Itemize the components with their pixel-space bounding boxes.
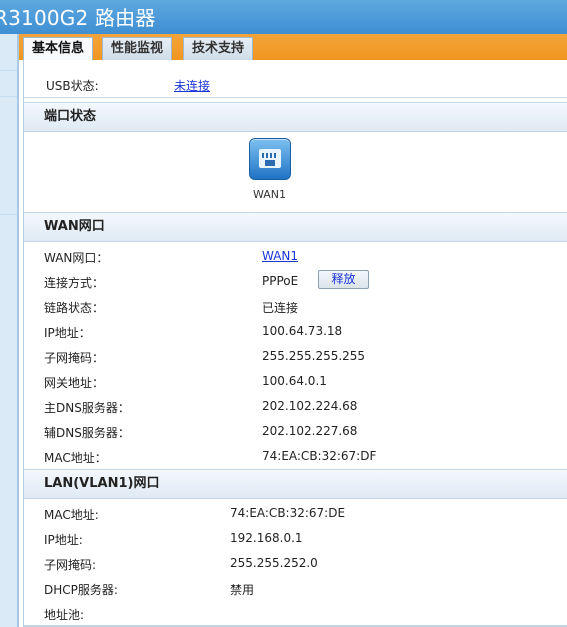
- wan-row-link-status: 链路状态： 已连接: [24, 293, 567, 318]
- wan-row-primary-dns: 主DNS服务器： 202.102.224.68: [24, 393, 567, 418]
- wan-row-connection-type: 连接方式： PPPoE 释放: [24, 268, 567, 293]
- primary-dns-label: 主DNS服务器：: [44, 401, 130, 415]
- secondary-dns-label: 辅DNS服务器：: [44, 426, 130, 440]
- lan-netmask-value: 255.255.252.0: [230, 556, 318, 570]
- connection-type-value: PPPoE: [262, 274, 299, 288]
- usb-status-row: USB状态: 未连接: [24, 70, 567, 98]
- wan-mac-label: MAC地址：: [44, 451, 107, 465]
- wan-mac-value: 74:EA:CB:32:67:DF: [262, 449, 377, 463]
- lan-row-ip: IP地址: 192.168.0.1: [24, 525, 567, 550]
- lan-row-address-pool: 地址池:: [24, 600, 567, 625]
- connection-type-label: 连接方式：: [44, 276, 105, 290]
- tab-performance-monitor[interactable]: 性能监视: [102, 37, 173, 60]
- lan-row-dhcp: DHCP服务器: 禁用: [24, 575, 567, 600]
- wan-row-port: WAN网口： WAN1: [24, 243, 567, 268]
- wan-row-secondary-dns: 辅DNS服务器： 202.102.227.68: [24, 418, 567, 443]
- lan-row-mac: MAC地址: 74:EA:CB:32:67:DE: [24, 500, 567, 525]
- wan-netmask-value: 255.255.255.255: [262, 349, 366, 363]
- sidebar-divider: [0, 96, 17, 97]
- main-content: USB状态: 未连接 端口状态 WAN1 WAN网口 WAN网口： WAN1 连…: [23, 60, 567, 627]
- dhcp-server-label: DHCP服务器:: [44, 583, 118, 597]
- address-pool-label: 地址池:: [44, 608, 85, 622]
- tab-basic-info[interactable]: 基本信息: [23, 37, 94, 60]
- release-button[interactable]: 释放: [318, 270, 369, 289]
- sidebar-divider: [0, 70, 17, 71]
- wan-netmask-label: 子网掩码：: [44, 351, 105, 365]
- wan-ip-label: IP地址：: [44, 326, 91, 340]
- lan-row-netmask: 子网掩码: 255.255.252.0: [24, 550, 567, 575]
- wan-row-gateway: 网关地址： 100.64.0.1: [24, 368, 567, 393]
- usb-status-label: USB状态:: [46, 79, 99, 93]
- wan-row-netmask: 子网掩码： 255.255.255.255: [24, 343, 567, 368]
- wan-port-label: WAN网口：: [44, 251, 109, 265]
- usb-status-link[interactable]: 未连接: [174, 77, 210, 94]
- left-sidebar: [0, 34, 19, 627]
- secondary-dns-value: 202.102.227.68: [262, 424, 358, 438]
- wan-row-mac: MAC地址： 74:EA:CB:32:67:DF: [24, 443, 567, 468]
- ethernet-port-icon[interactable]: [249, 138, 291, 180]
- wan-row-ip: IP地址： 100.64.73.18: [24, 318, 567, 343]
- tab-tech-support[interactable]: 技术支持: [183, 37, 254, 60]
- wan-port-link[interactable]: WAN1: [262, 249, 298, 263]
- wan-ip-value: 100.64.73.18: [262, 324, 343, 338]
- gateway-label: 网关地址：: [44, 376, 105, 390]
- lan-ip-value: 192.168.0.1: [230, 531, 303, 545]
- tab-strip: 基本信息 性能监视 技术支持: [19, 34, 567, 60]
- lan-mac-label: MAC地址:: [44, 508, 99, 522]
- lan-mac-value: 74:EA:CB:32:67:DE: [230, 506, 346, 520]
- primary-dns-value: 202.102.224.68: [262, 399, 358, 413]
- wan-section-heading: WAN网口: [24, 212, 567, 242]
- link-status-value: 已连接: [262, 301, 299, 315]
- title-bar: R3100G2 路由器: [0, 0, 567, 34]
- port-label-wan1: WAN1: [253, 188, 287, 201]
- dhcp-server-value: 禁用: [230, 583, 255, 597]
- router-title: R3100G2 路由器: [0, 6, 156, 30]
- lan-netmask-label: 子网掩码:: [44, 558, 97, 572]
- gateway-value: 100.64.0.1: [262, 374, 327, 388]
- lan-section-heading: LAN(VLAN1)网口: [24, 469, 567, 499]
- link-status-label: 链路状态：: [44, 301, 105, 315]
- sidebar-divider: [0, 214, 17, 215]
- port-status-heading: 端口状态: [24, 102, 567, 132]
- port-status-panel: WAN1: [24, 132, 567, 212]
- lan-ip-label: IP地址:: [44, 533, 83, 547]
